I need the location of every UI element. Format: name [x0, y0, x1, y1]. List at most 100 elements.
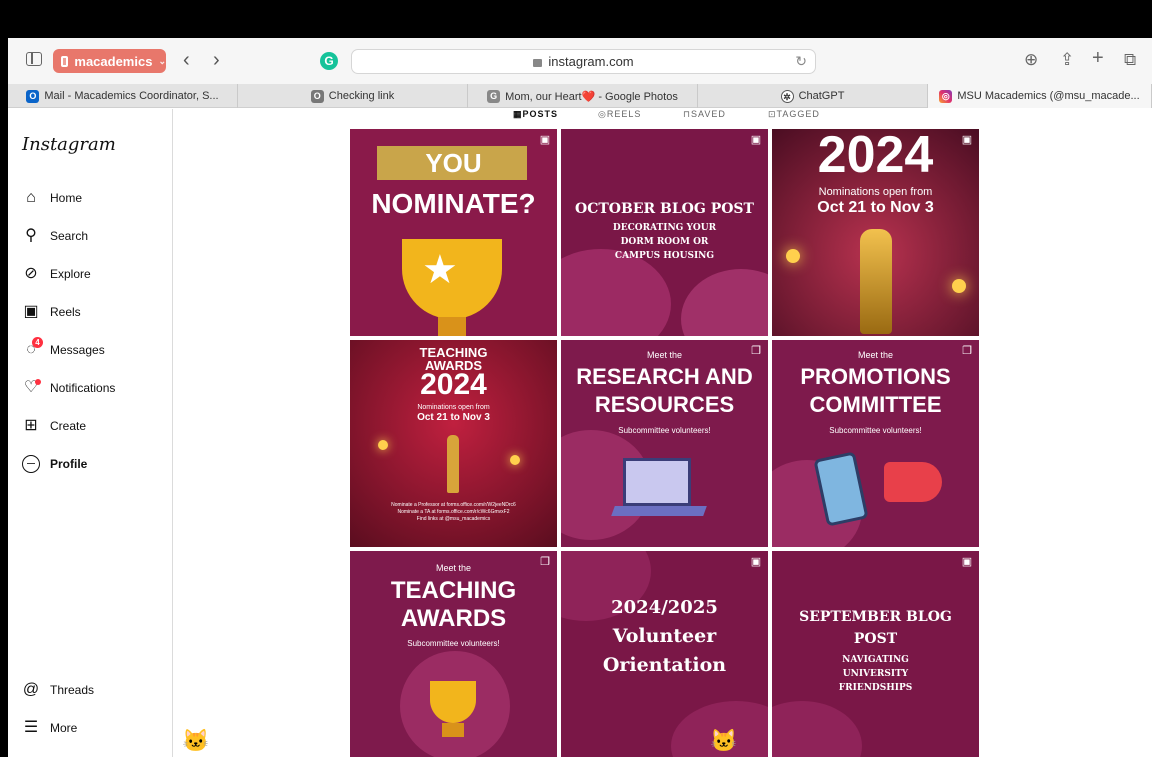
- laptop-base: [611, 506, 707, 516]
- tab-group-button[interactable]: macademics ⌄: [53, 49, 166, 73]
- post-text: COMMITTEE: [809, 392, 942, 417]
- top-bezel: [0, 0, 1152, 38]
- back-icon[interactable]: ‹: [183, 49, 190, 71]
- browser-window: macademics ⌄ ‹ › G instagram.com ↻ ⊕ ⇪ +…: [8, 38, 1152, 757]
- post-text: Nominate a Professor at forms.office.com…: [391, 502, 516, 508]
- tab-saved[interactable]: ⊓ SAVED: [683, 109, 725, 120]
- post-text: Nominations open from: [417, 404, 490, 411]
- nav-more[interactable]: ☰ More: [22, 717, 78, 739]
- menu-icon: ☰: [23, 719, 39, 736]
- nav-notifications[interactable]: ♡ Notifications: [22, 377, 115, 399]
- tab-mail[interactable]: O Mail - Macademics Coordinator, S...: [8, 84, 238, 108]
- post-text: Find links at @msu_macademics: [416, 516, 491, 522]
- nav-threads[interactable]: @ Threads: [22, 679, 94, 701]
- post-text: 2024/2025: [611, 597, 718, 618]
- reels-icon: ▣: [23, 303, 39, 320]
- reel-icon: ▣: [750, 134, 762, 146]
- trophy-base: [442, 723, 464, 737]
- post-volunteer-orientation[interactable]: ▣ 2024/2025 Volunteer Orientation: [561, 551, 768, 757]
- home-icon: ⌂: [26, 189, 36, 206]
- messages-badge: 4: [32, 337, 43, 348]
- post-2024-nominations[interactable]: ▣ 2024 Nominations open from Oct 21 to N…: [772, 129, 979, 336]
- spotlight: [952, 279, 966, 293]
- post-text: TEACHING: [390, 577, 517, 604]
- post-text: 2024: [817, 129, 934, 184]
- tab-reels[interactable]: ◎ REELS: [598, 109, 640, 120]
- post-text: Nominations open from: [818, 186, 933, 198]
- chatgpt-icon: ✲: [780, 89, 794, 103]
- explore-icon: ⊘: [24, 265, 38, 282]
- posts-grid: ▣ YOU NOMINATE? ★ ▣ OCTOBER BLOG POST DE…: [350, 129, 979, 757]
- star-icon: ★: [422, 248, 458, 292]
- post-text: NAVIGATING UNIVERSITY FRIENDSHIPS: [838, 655, 913, 693]
- instagram-sidebar: Instagram ⌂ Home ⚲ Search ⊘ Explore ▣ Reels …: [8, 109, 173, 757]
- decor-blob: [772, 701, 862, 757]
- post-text: Nominate a TA at forms.office.com/r/cWc6…: [397, 509, 510, 515]
- tab-group-icon: [61, 55, 69, 67]
- reel-icon: ▣: [961, 556, 973, 568]
- avatar-icon: —: [22, 455, 40, 473]
- download-icon[interactable]: ⊕: [1024, 50, 1038, 70]
- heart-icon: ♡: [22, 379, 41, 397]
- post-text: Meet the: [857, 350, 894, 360]
- post-text: Meet the: [435, 563, 472, 573]
- post-text: PROMOTIONS: [800, 364, 951, 389]
- nav-home[interactable]: ⌂ Home: [22, 187, 82, 209]
- tab-chatgpt[interactable]: ✲ ChatGPT: [698, 84, 928, 108]
- tab-instagram[interactable]: ◎ MSU Macademics (@msu_macade...: [928, 84, 1152, 108]
- profile-tabs: ▦ POSTS ◎ REELS ⊓ SAVED ⊡ TAGGED: [513, 109, 853, 119]
- tab-label: ChatGPT: [798, 90, 845, 102]
- post-promotions-committee[interactable]: ❐ Meet the PROMOTIONS COMMITTEE Subcommi…: [772, 340, 979, 547]
- nav-explore[interactable]: ⊘ Explore: [22, 263, 90, 285]
- chevron-down-icon: ⌄: [158, 55, 166, 66]
- post-october-blog[interactable]: ▣ OCTOBER BLOG POST DECORATING YOUR DORM…: [561, 129, 768, 336]
- tab-checking-link[interactable]: O Checking link: [238, 84, 468, 108]
- share-icon[interactable]: ⇪: [1060, 50, 1074, 70]
- nav-create[interactable]: ⊞ Create: [22, 415, 86, 437]
- post-teaching-awards-2024[interactable]: TEACHING AWARDS 2024 Nominations open fr…: [350, 340, 557, 547]
- spotlight: [510, 455, 520, 465]
- address-bar[interactable]: instagram.com ↻: [351, 49, 816, 74]
- post-text: RESEARCH AND: [576, 364, 753, 389]
- reload-icon[interactable]: ↻: [795, 53, 807, 70]
- instagram-logo[interactable]: Instagram: [22, 134, 116, 155]
- tab-posts[interactable]: ▦ POSTS: [513, 109, 557, 120]
- reel-icon: ▣: [539, 134, 551, 146]
- post-teaching-awards[interactable]: ❐ Meet the TEACHING AWARDS Subcommittee …: [350, 551, 557, 757]
- post-september-blog[interactable]: ▣ SEPTEMBER BLOG POST NAVIGATING UNIVERS…: [772, 551, 979, 757]
- notification-dot: [35, 379, 41, 385]
- google-photos-icon: G: [487, 89, 501, 103]
- screen: macademics ⌄ ‹ › G instagram.com ↻ ⊕ ⇪ +…: [0, 0, 1152, 757]
- oscar-statue: [447, 435, 459, 493]
- sidebar-toggle-icon[interactable]: [26, 52, 42, 66]
- post-text: Subcommittee volunteers!: [829, 426, 922, 435]
- post-text: Oct 21 to Nov 3: [817, 199, 934, 216]
- post-text: SEPTEMBER BLOG: [799, 609, 952, 625]
- post-text: YOU: [425, 148, 482, 178]
- outlook-icon: O: [26, 89, 40, 103]
- tab-label: MSU Macademics (@msu_macade...: [957, 90, 1140, 102]
- tab-google-photos[interactable]: G Mom, our Heart❤️ - Google Photos: [468, 84, 698, 108]
- new-tab-icon[interactable]: +: [1092, 47, 1104, 70]
- post-research-resources[interactable]: ❐ Meet the RESEARCH AND RESOURCES Subcom…: [561, 340, 768, 547]
- post-text: Orientation: [602, 654, 727, 676]
- post-nominate[interactable]: ▣ YOU NOMINATE? ★: [350, 129, 557, 336]
- post-text: OCTOBER BLOG POST: [575, 201, 754, 217]
- lock-icon: [533, 58, 543, 67]
- tab-tagged[interactable]: ⊡ TAGGED: [768, 109, 819, 120]
- megaphone-image: [884, 462, 942, 502]
- nav-search[interactable]: ⚲ Search: [22, 225, 88, 247]
- nav-messages[interactable]: ◌ 4 Messages: [22, 337, 105, 361]
- grammarly-icon[interactable]: G: [320, 52, 338, 70]
- post-text: RESOURCES: [594, 392, 735, 417]
- tab-group-label: macademics: [74, 53, 153, 69]
- post-text: DECORATING YOUR DORM ROOM OR CAMPUS HOUS…: [612, 223, 717, 261]
- trophy-base: [438, 317, 466, 336]
- forward-icon[interactable]: ›: [213, 49, 220, 71]
- nav-reels[interactable]: ▣ Reels: [22, 301, 80, 323]
- post-text: Meet the: [646, 350, 683, 360]
- plus-icon: ⊞: [24, 417, 38, 434]
- tab-overview-icon[interactable]: ⧉: [1124, 50, 1136, 70]
- cat-pet-icon: 🐱: [710, 728, 738, 753]
- nav-profile[interactable]: — Profile: [22, 453, 87, 475]
